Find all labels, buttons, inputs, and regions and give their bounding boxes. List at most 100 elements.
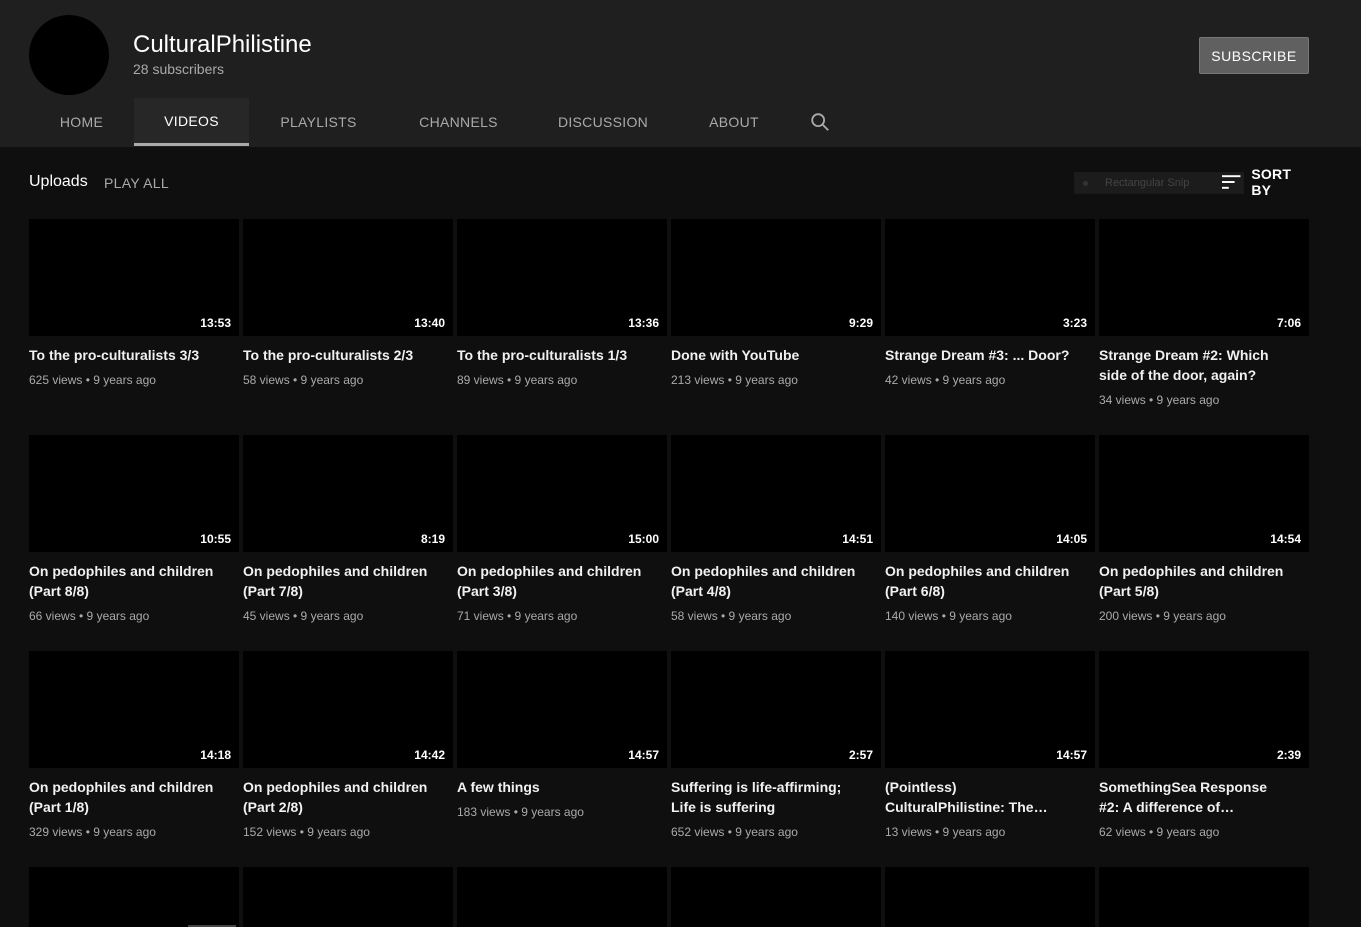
video-card[interactable]: 3:23 Strange Dream #3: ... Door? 42 views …: [885, 219, 1095, 388]
video-title[interactable]: On pedophiles and children (Part 8/8): [29, 561, 219, 601]
video-thumbnail[interactable]: [885, 867, 1095, 927]
video-row: 10:55 On pedophiles and children (Part 8/…: [29, 435, 1313, 635]
video-card[interactable]: 13:36 To the pro-culturalists 1/3 89 views…: [457, 219, 667, 388]
video-thumbnail[interactable]: 10:55: [29, 435, 239, 552]
sort-by-button[interactable]: SORT BY: [1222, 166, 1313, 198]
video-meta: 45 views • 9 years ago: [243, 609, 364, 623]
video-meta: 200 views • 9 years ago: [1099, 609, 1226, 623]
video-thumbnail[interactable]: 14:57: [457, 651, 667, 768]
search-icon: [811, 113, 829, 131]
video-title[interactable]: On pedophiles and children (Part 7/8): [243, 561, 433, 601]
video-thumbnail[interactable]: 14:54: [1099, 435, 1309, 552]
video-card[interactable]: 7:06 Strange Dream #2: Which side of the …: [1099, 219, 1309, 408]
video-card[interactable]: 14:51 On pedophiles and children (Part 4/…: [671, 435, 881, 624]
video-card[interactable]: 14:18 On pedophiles and children (Part 1/…: [29, 651, 239, 840]
video-row: 13:53 To the pro-culturalists 3/3 625 view…: [29, 219, 1313, 419]
video-duration: 14:05: [1056, 532, 1087, 546]
video-duration: 13:40: [414, 316, 445, 330]
video-title[interactable]: To the pro-culturalists 2/3: [243, 345, 433, 365]
video-title[interactable]: On pedophiles and children (Part 6/8): [885, 561, 1075, 601]
tab-about[interactable]: ABOUT: [677, 98, 791, 146]
video-thumbnail[interactable]: 13:53: [29, 219, 239, 336]
video-title[interactable]: Done with YouTube: [671, 345, 861, 365]
video-card[interactable]: 13:53 To the pro-culturalists 3/3 625 view…: [29, 219, 239, 388]
uploads-title: Uploads: [29, 173, 88, 190]
video-meta: 13 views • 9 years ago: [885, 825, 1006, 839]
video-title[interactable]: On pedophiles and children (Part 3/8): [457, 561, 647, 601]
video-thumbnail[interactable]: 2:57: [671, 651, 881, 768]
video-title[interactable]: On pedophiles and children (Part 5/8): [1099, 561, 1289, 601]
video-thumbnail[interactable]: 15:00: [457, 435, 667, 552]
uploads-header: Uploads PLAY ALL Rectangular Snip SORT B…: [29, 166, 1313, 198]
video-duration: 13:53: [200, 316, 231, 330]
video-meta: 213 views • 9 years ago: [671, 373, 798, 387]
video-duration: 2:39: [1276, 748, 1301, 762]
video-title[interactable]: (Pointless) CulturalPhilistine: The…: [885, 777, 1075, 817]
video-duration: 14:57: [1056, 748, 1087, 762]
sort-icon: [1222, 175, 1241, 189]
video-duration: 14:51: [842, 532, 873, 546]
video-card[interactable]: 2:39 SomethingSea Response #2: A differen…: [1099, 651, 1309, 840]
tab-channels[interactable]: CHANNELS: [388, 98, 529, 146]
video-card[interactable]: 13:40 To the pro-culturalists 2/3 58 views…: [243, 219, 453, 388]
video-thumbnail[interactable]: 3:23: [885, 219, 1095, 336]
video-title[interactable]: Suffering is life-affirming; Life is suf…: [671, 777, 861, 817]
video-thumbnail[interactable]: [457, 867, 667, 927]
video-title[interactable]: Strange Dream #3: ... Door?: [885, 345, 1075, 365]
video-card[interactable]: 14:57 A few things 183 views • 9 years ago: [457, 651, 667, 820]
play-all-button[interactable]: PLAY ALL: [104, 175, 169, 191]
video-title[interactable]: On pedophiles and children (Part 2/8): [243, 777, 433, 817]
video-title[interactable]: SomethingSea Response #2: A difference o…: [1099, 777, 1289, 817]
tab-playlists[interactable]: PLAYLISTS: [249, 98, 388, 146]
video-title[interactable]: A few things: [457, 777, 647, 797]
video-card[interactable]: 9:29 Done with YouTube 213 views • 9 years…: [671, 219, 881, 388]
video-meta: 58 views • 9 years ago: [243, 373, 364, 387]
video-title[interactable]: On pedophiles and children (Part 1/8): [29, 777, 219, 817]
video-meta: 89 views • 9 years ago: [457, 373, 578, 387]
video-thumbnail[interactable]: 13:36: [457, 219, 667, 336]
video-thumbnail[interactable]: 7:06: [1099, 219, 1309, 336]
video-thumbnail[interactable]: [29, 867, 239, 927]
video-title[interactable]: On pedophiles and children (Part 4/8): [671, 561, 861, 601]
video-meta: 71 views • 9 years ago: [457, 609, 578, 623]
video-card[interactable]: 14:05 On pedophiles and children (Part 6/…: [885, 435, 1095, 624]
video-thumbnail[interactable]: 14:05: [885, 435, 1095, 552]
video-thumbnail[interactable]: 14:51: [671, 435, 881, 552]
video-card[interactable]: 2:57 Suffering is life-affirming; Life is…: [671, 651, 881, 840]
video-thumbnail[interactable]: [671, 867, 881, 927]
subscribe-button[interactable]: SUBSCRIBE: [1199, 37, 1309, 74]
video-duration: 14:42: [414, 748, 445, 762]
video-card[interactable]: 14:54 On pedophiles and children (Part 5/…: [1099, 435, 1309, 624]
video-thumbnail[interactable]: 14:57: [885, 651, 1095, 768]
video-title[interactable]: To the pro-culturalists 3/3: [29, 345, 219, 365]
video-duration: 7:06: [1276, 316, 1301, 330]
video-thumbnail[interactable]: [1099, 867, 1309, 927]
video-thumbnail[interactable]: 2:39: [1099, 651, 1309, 768]
channel-avatar[interactable]: [29, 15, 109, 95]
video-duration: 14:54: [1270, 532, 1301, 546]
video-duration: 15:00: [628, 532, 659, 546]
video-thumbnail[interactable]: 8:19: [243, 435, 453, 552]
snip-label: Rectangular Snip: [1105, 177, 1190, 189]
video-thumbnail[interactable]: [243, 867, 453, 927]
video-thumbnail[interactable]: 13:40: [243, 219, 453, 336]
video-card[interactable]: 8:19 On pedophiles and children (Part 7/8…: [243, 435, 453, 624]
video-duration: 2:57: [848, 748, 873, 762]
video-duration: 10:55: [200, 532, 231, 546]
video-title[interactable]: To the pro-culturalists 1/3: [457, 345, 647, 365]
tab-discussion[interactable]: DISCUSSION: [529, 98, 677, 146]
video-meta: 152 views • 9 years ago: [243, 825, 370, 839]
video-thumbnail[interactable]: 14:42: [243, 651, 453, 768]
snip-overlay: Rectangular Snip: [1074, 172, 1244, 194]
video-card[interactable]: 14:42 On pedophiles and children (Part 2/…: [243, 651, 453, 840]
tab-videos[interactable]: VIDEOS: [134, 98, 249, 146]
tab-home[interactable]: HOME: [29, 98, 134, 146]
video-row-partial: [29, 867, 1313, 927]
channel-search-button[interactable]: [791, 98, 849, 146]
video-card[interactable]: 10:55 On pedophiles and children (Part 8/…: [29, 435, 239, 624]
video-thumbnail[interactable]: 14:18: [29, 651, 239, 768]
video-card[interactable]: 14:57 (Pointless) CulturalPhilistine: The…: [885, 651, 1095, 840]
video-title[interactable]: Strange Dream #2: Which side of the door…: [1099, 345, 1289, 385]
video-card[interactable]: 15:00 On pedophiles and children (Part 3/…: [457, 435, 667, 624]
video-thumbnail[interactable]: 9:29: [671, 219, 881, 336]
